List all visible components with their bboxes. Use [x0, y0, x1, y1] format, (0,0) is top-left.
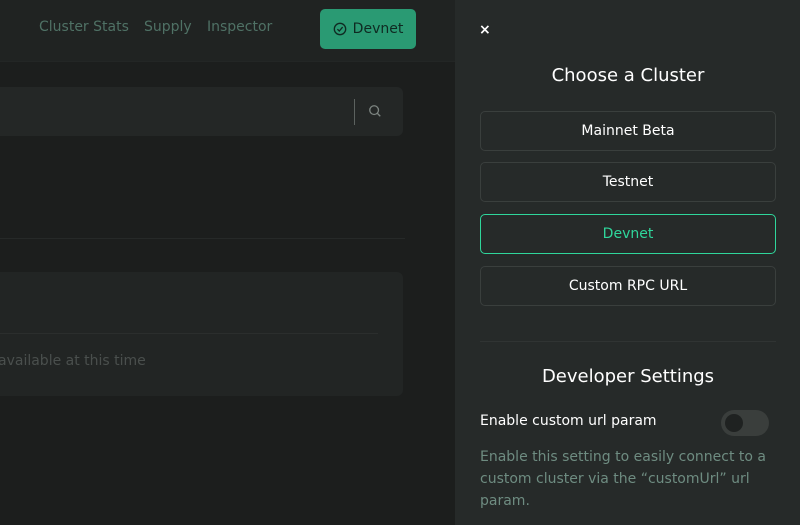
- top-navbar: Cluster Stats Supply Inspector Devnet: [0, 0, 455, 62]
- cluster-status-button[interactable]: Devnet: [320, 9, 416, 49]
- nav-link-inspector[interactable]: Inspector: [207, 19, 272, 35]
- cluster-status-label: Devnet: [352, 21, 404, 37]
- toggle-knob: [725, 414, 743, 432]
- panel-title: Choose a Cluster: [551, 65, 705, 86]
- custom-url-setting-label: Enable custom url param: [480, 413, 657, 429]
- nav-link-cluster-stats[interactable]: Cluster Stats: [39, 19, 129, 35]
- custom-url-toggle[interactable]: [721, 410, 769, 436]
- cluster-option-testnet[interactable]: Testnet: [480, 162, 776, 202]
- background-page: [0, 0, 455, 525]
- cluster-option-devnet[interactable]: Devnet: [480, 214, 776, 254]
- panel-divider: [480, 341, 776, 342]
- card-status-text: available at this time: [0, 353, 146, 369]
- check-circle-icon: [333, 22, 347, 36]
- search-divider: [354, 99, 355, 125]
- custom-url-setting-description: Enable this setting to easily connect to…: [480, 449, 766, 509]
- search-icon[interactable]: [368, 104, 382, 118]
- cluster-option-custom-rpc[interactable]: Custom RPC URL: [480, 266, 776, 306]
- nav-link-supply[interactable]: Supply: [144, 19, 192, 35]
- section-divider: [0, 238, 405, 239]
- developer-settings-title: Developer Settings: [541, 366, 715, 387]
- close-icon[interactable]: ×: [479, 22, 491, 38]
- info-card: [0, 272, 403, 396]
- card-divider: [0, 333, 378, 334]
- search-input[interactable]: [0, 87, 403, 136]
- cluster-option-mainnet-beta[interactable]: Mainnet Beta: [480, 111, 776, 151]
